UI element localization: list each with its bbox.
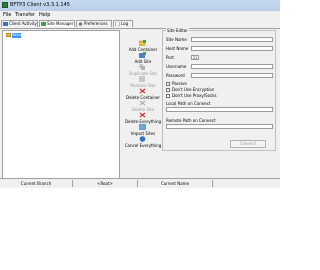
tab-preferences-label: Preferences — [84, 21, 108, 26]
no-proxy-label: Don't Use Proxy/Socks — [172, 93, 217, 98]
app-icon — [2, 2, 8, 8]
app-window: BFTP3 Client v3.3.1.145 File Transfer He… — [0, 0, 280, 188]
host-name-input[interactable] — [191, 46, 273, 51]
title-bar: BFTP3 Client v3.3.1.145 — [0, 0, 280, 11]
menu-bar: File Transfer Help — [0, 11, 280, 19]
tab-preferences[interactable]: Preferences — [76, 20, 112, 27]
local-path-label: Local Path on Connect — [166, 101, 211, 106]
tab-client-activity[interactable]: Client Activity — [1, 20, 38, 27]
no-encryption-checkbox[interactable] — [166, 88, 170, 92]
port-input[interactable]: 21 — [191, 55, 199, 60]
preferences-icon — [78, 22, 83, 26]
site-manager-icon — [41, 22, 46, 26]
current-branch-value: <Root> — [97, 181, 113, 186]
tab-separator — [0, 28, 280, 29]
current-branch-label: Current Branch — [20, 181, 52, 186]
tab-client-activity-label: Client Activity — [9, 21, 37, 26]
import-sites-icon — [139, 124, 146, 130]
delete-site-icon — [139, 100, 146, 106]
password-input[interactable] — [191, 73, 273, 78]
tree-root-label: Sites — [12, 33, 21, 38]
folder-icon — [6, 33, 11, 37]
add-container-icon — [139, 40, 146, 46]
tab-site-manager-label: Site Manager — [47, 21, 74, 26]
port-label: Port — [166, 55, 174, 60]
site-name-input[interactable] — [191, 37, 273, 42]
current-name-label: Current Name — [160, 181, 190, 186]
tab-bar: Client Activity Site Manager Preferences… — [0, 19, 280, 28]
site-editor-group: Site Editor Site Name Host Name Port 21 … — [162, 28, 276, 151]
cancel-everything-icon — [139, 136, 146, 142]
menu-help[interactable]: Help — [39, 12, 50, 18]
no-proxy-checkbox[interactable] — [166, 94, 170, 98]
menu-transfer[interactable]: Transfer — [15, 12, 35, 18]
remote-path-label: Remote Path on Connect — [166, 118, 216, 123]
window-title: BFTP3 Client v3.3.1.145 — [10, 2, 70, 8]
username-input[interactable] — [191, 64, 273, 69]
add-site-icon — [139, 52, 146, 58]
cancel-everything-label: Cancel Everything — [124, 143, 162, 148]
local-path-input[interactable] — [166, 107, 273, 112]
duplicate-site-icon — [139, 64, 145, 70]
tab-log[interactable]: Log — [113, 20, 133, 27]
tab-log-label: Log — [121, 21, 129, 26]
log-icon — [115, 22, 120, 26]
site-tree[interactable]: Sites — [2, 30, 120, 179]
connect-button[interactable]: Connect — [230, 140, 266, 148]
current-name-value — [213, 179, 279, 188]
passive-checkbox[interactable] — [166, 82, 170, 86]
menu-file[interactable]: File — [3, 12, 11, 18]
site-name-label: Site Name — [166, 37, 187, 42]
passive-label: Passive — [172, 81, 187, 86]
host-name-label: Host Name — [166, 46, 189, 51]
remove-site-icon — [139, 76, 145, 82]
status-bar: Current Branch <Root> Current Name — [0, 178, 280, 188]
no-encryption-label: Don't Use Encryption — [172, 87, 215, 92]
tab-site-manager[interactable]: Site Manager — [39, 20, 75, 27]
client-activity-icon — [3, 22, 8, 26]
delete-container-icon — [139, 88, 146, 94]
delete-everything-icon — [139, 112, 146, 118]
site-editor-title: Site Editor — [166, 28, 189, 33]
remote-path-input[interactable] — [166, 124, 273, 129]
password-label: Password — [166, 73, 185, 78]
username-label: Username — [166, 64, 187, 69]
